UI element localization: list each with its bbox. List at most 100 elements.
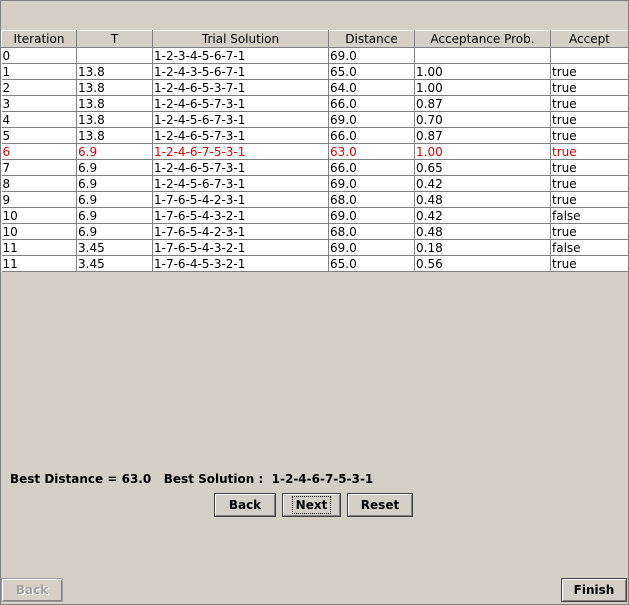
- cell-distance: 65.0: [328, 63, 415, 80]
- cell-trial-solution: 1-7-6-4-5-3-2-1: [152, 255, 329, 272]
- cell-accept: true: [550, 191, 629, 208]
- table-row[interactable]: 6 6.9 1-2-4-6-7-5-3-1 63.0 1.00 true: [1, 143, 629, 160]
- best-distance-label: Best Distance = 63.0: [10, 472, 152, 486]
- cell-trial-solution: 1-2-4-6-5-7-3-1: [152, 95, 329, 112]
- cell-accept: true: [550, 255, 629, 272]
- cell-acceptance-prob: 1.00: [414, 143, 551, 160]
- cell-iteration: 10: [1, 207, 77, 224]
- column-header-accept[interactable]: Accept: [550, 30, 629, 48]
- cell-trial-solution: 1-7-6-5-4-3-2-1: [152, 207, 329, 224]
- table-row[interactable]: 5 13.8 1-2-4-6-5-7-3-1 66.0 0.87 true: [1, 127, 629, 144]
- table-row[interactable]: 10 6.9 1-7-6-5-4-3-2-1 69.0 0.42 false: [1, 207, 629, 224]
- column-header-acceptance-prob[interactable]: Acceptance Prob.: [414, 30, 551, 48]
- finish-button[interactable]: Finish: [561, 578, 627, 602]
- cell-acceptance-prob: 0.42: [414, 175, 551, 192]
- table-row[interactable]: 1 13.8 1-2-4-3-5-6-7-1 65.0 1.00 true: [1, 63, 629, 80]
- best-solution-value: 1-2-4-6-7-5-3-1: [271, 472, 374, 486]
- cell-accept: true: [550, 95, 629, 112]
- cell-iteration: 4: [1, 111, 77, 128]
- cell-t: 6.9: [76, 207, 153, 224]
- cell-acceptance-prob: 0.87: [414, 127, 551, 144]
- cell-t: 13.8: [76, 95, 153, 112]
- cell-distance: 69.0: [328, 239, 415, 256]
- cell-iteration: 0: [1, 47, 77, 64]
- cell-trial-solution: 1-2-4-5-6-7-3-1: [152, 111, 329, 128]
- cell-distance: 63.0: [328, 143, 415, 160]
- table-row[interactable]: 7 6.9 1-2-4-6-5-7-3-1 66.0 0.65 true: [1, 159, 629, 176]
- reset-button[interactable]: Reset: [347, 493, 413, 517]
- cell-distance: 69.0: [328, 207, 415, 224]
- next-step-label: Next: [291, 496, 332, 514]
- cell-distance: 66.0: [328, 159, 415, 176]
- cell-iteration: 9: [1, 191, 77, 208]
- cell-iteration: 5: [1, 127, 77, 144]
- table-row[interactable]: 0 1-2-3-4-5-6-7-1 69.0: [1, 47, 629, 64]
- cell-iteration: 2: [1, 79, 77, 96]
- table-row[interactable]: 10 6.9 1-7-6-5-4-2-3-1 68.0 0.48 true: [1, 223, 629, 240]
- cell-trial-solution: 1-7-6-5-4-2-3-1: [152, 191, 329, 208]
- cell-acceptance-prob: 1.00: [414, 79, 551, 96]
- table-row[interactable]: 3 13.8 1-2-4-6-5-7-3-1 66.0 0.87 true: [1, 95, 629, 112]
- cell-accept: true: [550, 175, 629, 192]
- cell-acceptance-prob: 0.48: [414, 191, 551, 208]
- cell-iteration: 7: [1, 159, 77, 176]
- column-header-trial-solution[interactable]: Trial Solution: [152, 30, 329, 48]
- cell-iteration: 8: [1, 175, 77, 192]
- cell-acceptance-prob: [414, 47, 551, 64]
- table-row[interactable]: 2 13.8 1-2-4-6-5-3-7-1 64.0 1.00 true: [1, 79, 629, 96]
- cell-accept: true: [550, 79, 629, 96]
- column-header-distance[interactable]: Distance: [328, 30, 415, 48]
- next-step-button[interactable]: Next: [282, 493, 341, 517]
- cell-distance: 69.0: [328, 175, 415, 192]
- cell-t: 13.8: [76, 79, 153, 96]
- back-step-button[interactable]: Back: [214, 493, 276, 517]
- cell-acceptance-prob: 0.87: [414, 95, 551, 112]
- cell-accept: true: [550, 223, 629, 240]
- cell-t: 3.45: [76, 255, 153, 272]
- footer-back-button[interactable]: Back: [1, 578, 63, 602]
- cell-trial-solution: 1-2-4-5-6-7-3-1: [152, 175, 329, 192]
- cell-t: 6.9: [76, 175, 153, 192]
- best-result-summary: Best Distance = 63.0 Best Solution : 1-2…: [10, 472, 373, 486]
- cell-iteration: 10: [1, 223, 77, 240]
- results-table-area: Iteration T Trial Solution Distance Acce…: [1, 30, 629, 272]
- cell-t: 3.45: [76, 239, 153, 256]
- cell-accept: true: [550, 63, 629, 80]
- results-table: Iteration T Trial Solution Distance Acce…: [1, 30, 629, 272]
- cell-t: 6.9: [76, 143, 153, 160]
- cell-iteration: 11: [1, 239, 77, 256]
- cell-distance: 69.0: [328, 47, 415, 64]
- table-row[interactable]: 8 6.9 1-2-4-5-6-7-3-1 69.0 0.42 true: [1, 175, 629, 192]
- cell-iteration: 3: [1, 95, 77, 112]
- back-step-label: Back: [228, 498, 262, 512]
- cell-acceptance-prob: 0.18: [414, 239, 551, 256]
- table-row[interactable]: 11 3.45 1-7-6-5-4-3-2-1 69.0 0.18 false: [1, 239, 629, 256]
- table-row[interactable]: 11 3.45 1-7-6-4-5-3-2-1 65.0 0.56 true: [1, 255, 629, 272]
- table-row[interactable]: 9 6.9 1-7-6-5-4-2-3-1 68.0 0.48 true: [1, 191, 629, 208]
- cell-t: 6.9: [76, 159, 153, 176]
- cell-trial-solution: 1-2-4-6-5-3-7-1: [152, 79, 329, 96]
- column-header-t[interactable]: T: [76, 30, 153, 48]
- cell-accept: true: [550, 143, 629, 160]
- cell-distance: 69.0: [328, 111, 415, 128]
- cell-trial-solution: 1-7-6-5-4-3-2-1: [152, 239, 329, 256]
- column-header-iteration[interactable]: Iteration: [1, 30, 77, 48]
- cell-distance: 64.0: [328, 79, 415, 96]
- cell-accept: true: [550, 127, 629, 144]
- cell-acceptance-prob: 0.48: [414, 223, 551, 240]
- cell-t: 13.8: [76, 63, 153, 80]
- cell-distance: 68.0: [328, 223, 415, 240]
- cell-t: [76, 47, 153, 64]
- table-row[interactable]: 4 13.8 1-2-4-5-6-7-3-1 69.0 0.70 true: [1, 111, 629, 128]
- reset-label: Reset: [360, 498, 400, 512]
- cell-trial-solution: 1-2-3-4-5-6-7-1: [152, 47, 329, 64]
- cell-acceptance-prob: 0.42: [414, 207, 551, 224]
- cell-iteration: 11: [1, 255, 77, 272]
- cell-trial-solution: 1-2-4-6-5-7-3-1: [152, 127, 329, 144]
- cell-accept: true: [550, 159, 629, 176]
- cell-acceptance-prob: 0.70: [414, 111, 551, 128]
- top-panel: [1, 1, 628, 30]
- cell-accept: true: [550, 111, 629, 128]
- footer-back-label: Back: [15, 583, 49, 597]
- cell-trial-solution: 1-2-4-6-5-7-3-1: [152, 159, 329, 176]
